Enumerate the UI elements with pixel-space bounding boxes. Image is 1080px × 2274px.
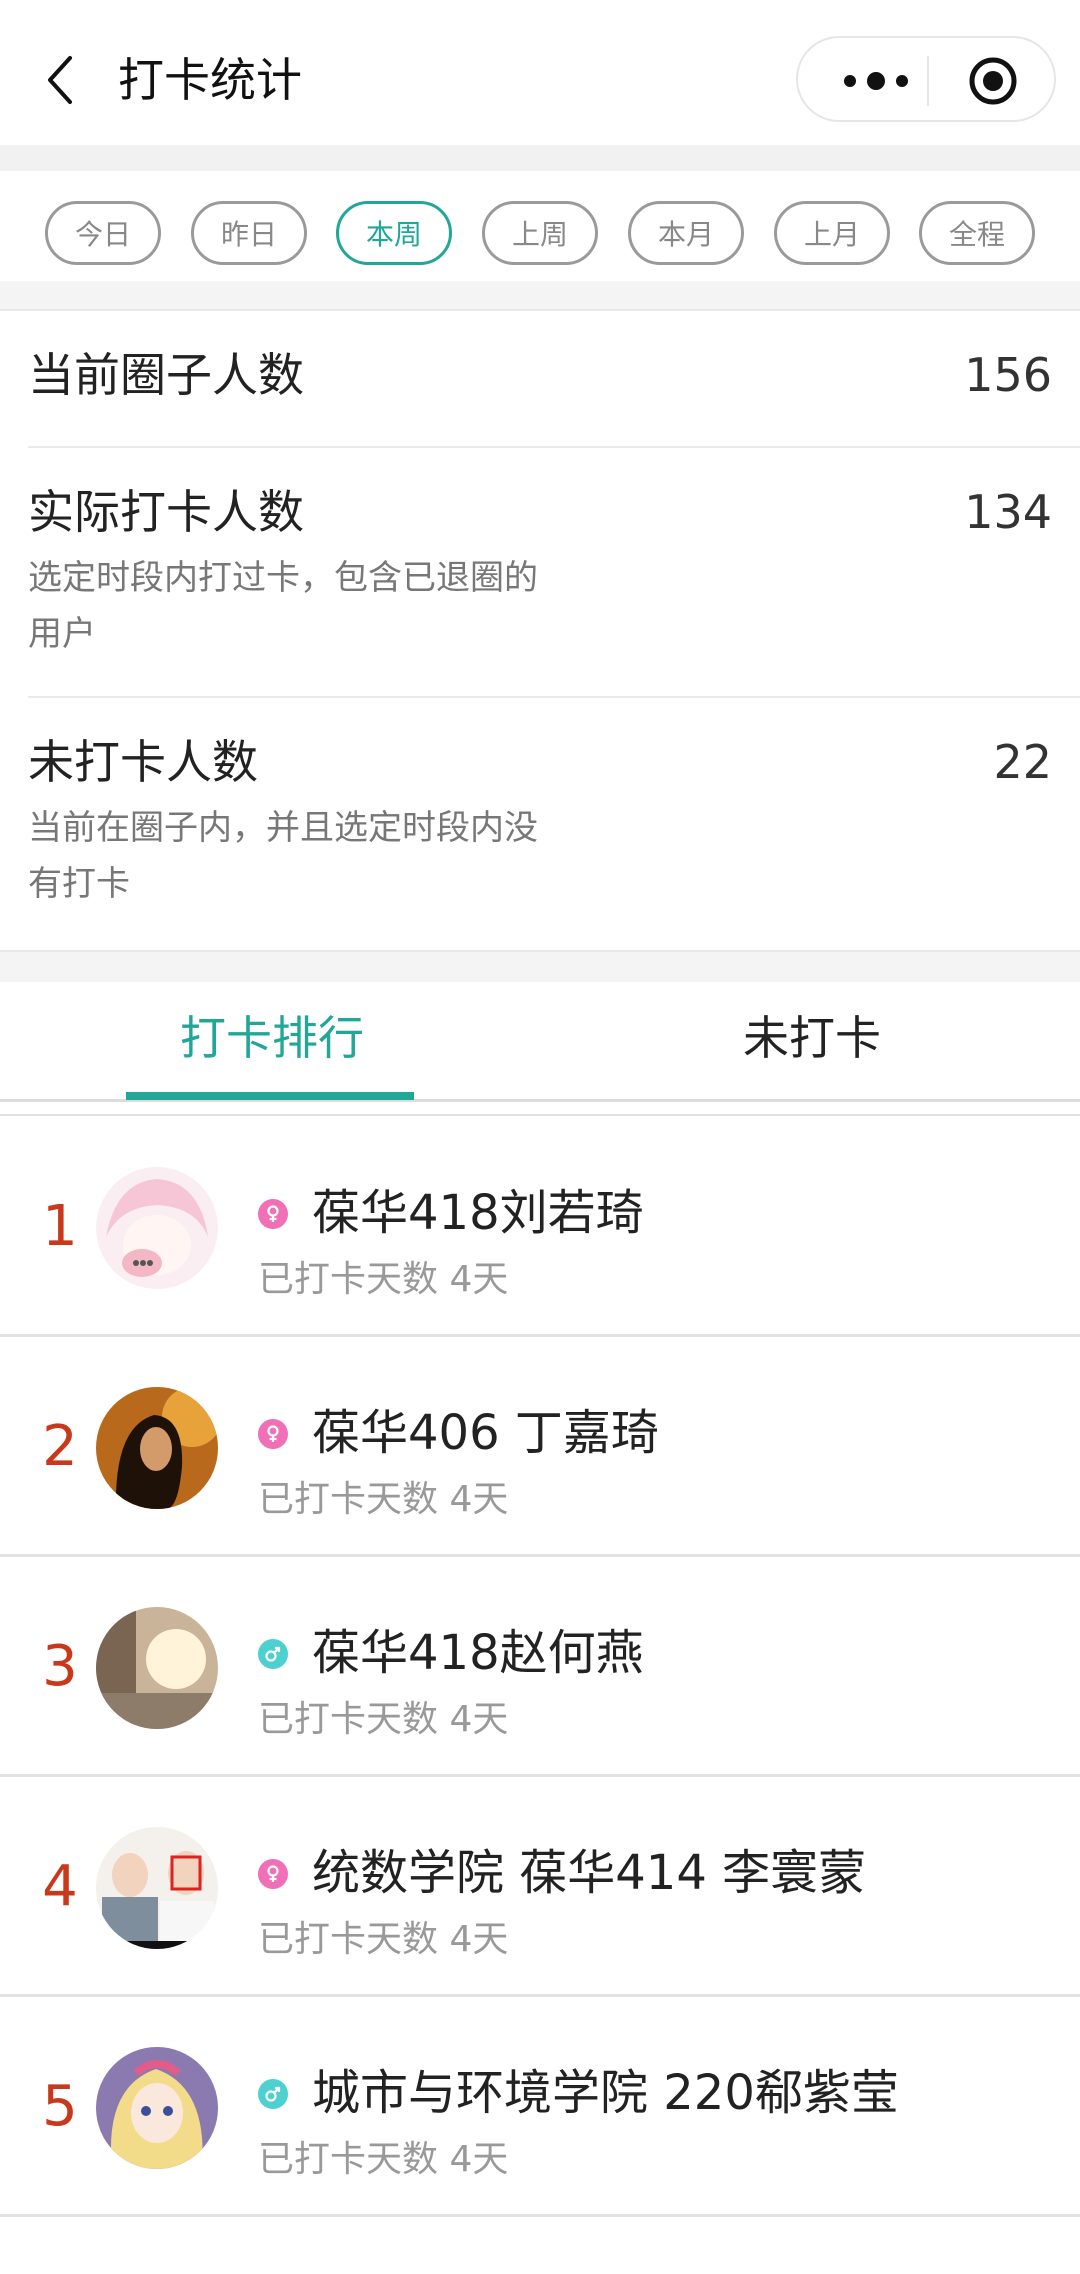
rank-number: 3 (42, 1634, 78, 1699)
ranking-row[interactable]: 5 城市与环境学院 220郗紫莹 已打卡天数 4天 (0, 1997, 1080, 2217)
stat-unchecked: 未打卡人数 22 当前在圈子内，并且选定时段内没有打卡 (28, 732, 1052, 912)
filter-today[interactable]: 今日 (45, 201, 161, 265)
member-name: 城市与环境学院 220郗紫莹 (312, 2065, 899, 2121)
stat-members: 当前圈子人数 156 (28, 345, 1052, 405)
rank-number: 1 (42, 1194, 78, 1259)
checkin-days: 已打卡天数 4天 (258, 1919, 509, 1960)
stat-unchecked-value: 22 (993, 735, 1052, 789)
active-tab-indicator (126, 1092, 414, 1100)
rank-number: 5 (42, 2074, 78, 2139)
stat-checked-desc: 选定时段内打过卡，包含已退圈的用户 (28, 558, 538, 654)
member-name: 葆华418刘若琦 (312, 1185, 644, 1241)
female-icon (258, 1199, 288, 1229)
tab-ranking[interactable]: 打卡排行 (180, 1006, 364, 1070)
stat-checked-label: 实际打卡人数 (28, 485, 304, 539)
period-filter-bar: 今日 昨日 本周 上周 本月 上月 全程 (0, 171, 1080, 281)
capsule-divider (927, 56, 929, 106)
stat-unchecked-desc: 当前在圈子内，并且选定时段内没有打卡 (28, 808, 538, 904)
avatar (96, 1387, 218, 1509)
filter-all[interactable]: 全程 (919, 201, 1035, 265)
ranking-row[interactable]: 3 葆华418赵何燕 已打卡天数 4天 (0, 1557, 1080, 1777)
filter-this-week[interactable]: 本周 (336, 201, 452, 265)
ranking-row[interactable]: 1 葆华418刘若琦 已打卡天数 4天 (0, 1117, 1080, 1337)
stat-members-value: 156 (964, 348, 1052, 402)
avatar (96, 1607, 218, 1729)
member-name: 统数学院 葆华414 李寰蒙 (312, 1845, 867, 1901)
checkin-days: 已打卡天数 4天 (258, 1479, 509, 1520)
ranking-row[interactable]: 2 葆华406 丁嘉琦 已打卡天数 4天 (0, 1337, 1080, 1557)
rank-number: 2 (42, 1414, 78, 1479)
divider (0, 1114, 1080, 1116)
tab-not-checked[interactable]: 未打卡 (743, 1006, 881, 1070)
section-gap (0, 145, 1080, 171)
mini-program-capsule (796, 36, 1056, 122)
rank-number: 4 (42, 1854, 78, 1919)
checkin-days: 已打卡天数 4天 (258, 1259, 509, 1300)
section-gap (0, 281, 1080, 311)
checkin-days: 已打卡天数 4天 (258, 2139, 509, 2180)
close-target-icon[interactable] (968, 56, 1018, 106)
back-arrow-icon[interactable] (40, 48, 80, 112)
male-icon (258, 1639, 288, 1669)
section-gap (0, 950, 1080, 982)
filter-yesterday[interactable]: 昨日 (191, 201, 307, 265)
more-options-icon[interactable] (836, 66, 916, 96)
female-icon (258, 1419, 288, 1449)
member-name: 葆华418赵何燕 (312, 1625, 644, 1681)
divider (28, 696, 1080, 698)
stat-unchecked-label: 未打卡人数 (28, 735, 258, 789)
male-icon (258, 2079, 288, 2109)
divider (28, 446, 1080, 448)
stat-checked-value: 134 (964, 485, 1052, 539)
page-title: 打卡统计 (118, 53, 302, 107)
member-name: 葆华406 丁嘉琦 (312, 1405, 659, 1461)
filter-last-week[interactable]: 上周 (482, 201, 598, 265)
filter-last-month[interactable]: 上月 (774, 201, 890, 265)
ranking-row[interactable]: 4 统数学院 葆华414 李寰蒙 已打卡天数 4天 (0, 1777, 1080, 1997)
tab-bar: 打卡排行 未打卡 (0, 982, 1080, 1102)
checkin-days: 已打卡天数 4天 (258, 1699, 509, 1740)
filter-this-month[interactable]: 本月 (628, 201, 744, 265)
avatar (96, 1167, 218, 1289)
female-icon (258, 1859, 288, 1889)
nav-bar: 打卡统计 (0, 0, 1080, 145)
avatar (96, 1827, 218, 1949)
stat-checked: 实际打卡人数 134 选定时段内打过卡，包含已退圈的用户 (28, 482, 1052, 662)
avatar (96, 2047, 218, 2169)
stat-members-label: 当前圈子人数 (28, 348, 304, 402)
